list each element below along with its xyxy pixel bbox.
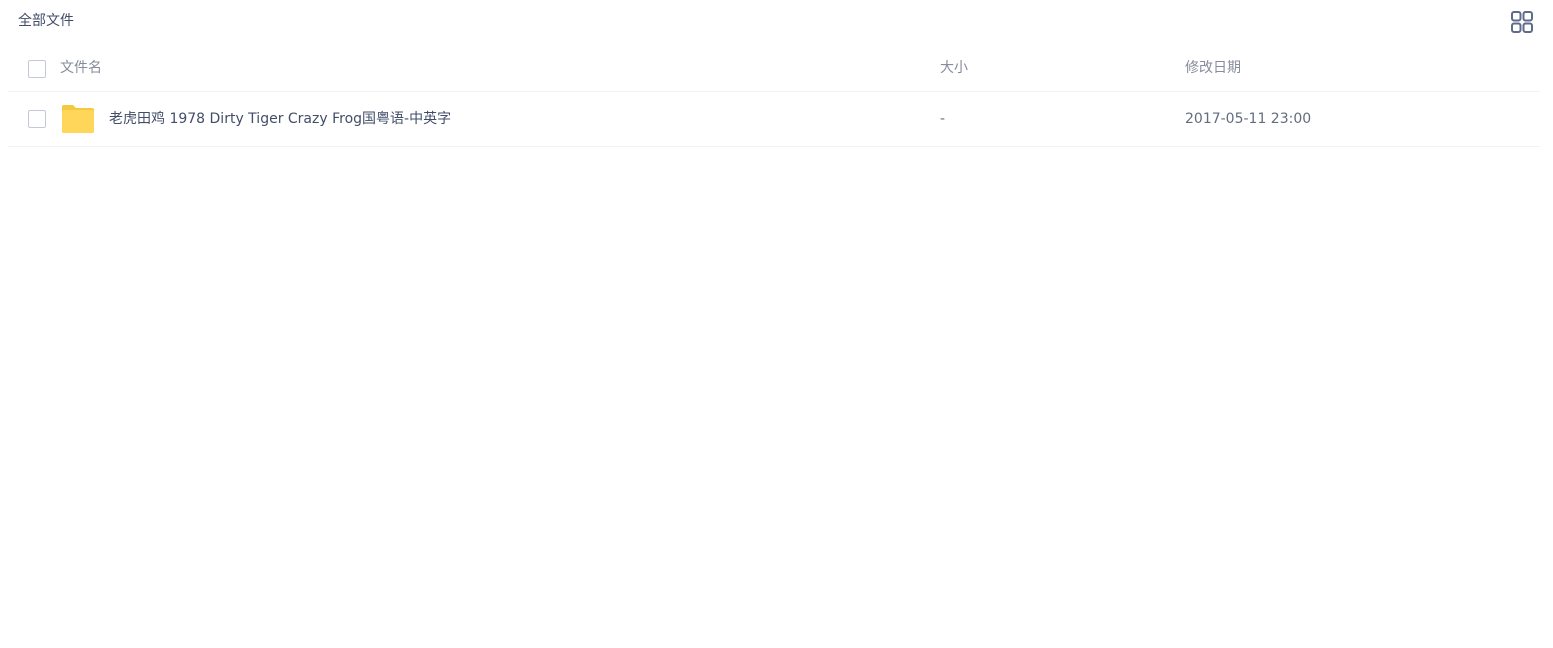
file-name[interactable]: 老虎田鸡 1978 Dirty Tiger Crazy Frog国粤语-中英字 [109, 110, 451, 128]
column-header-size[interactable]: 大小 [940, 59, 968, 77]
column-header-modified[interactable]: 修改日期 [1185, 59, 1241, 77]
file-list: 文件名 大小 修改日期 老虎田鸡 1978 Dirty Tiger Crazy … [8, 44, 1540, 147]
folder-icon[interactable] [61, 104, 95, 134]
file-list-header: 文件名 大小 修改日期 [8, 44, 1540, 92]
file-size: - [940, 111, 946, 127]
grid-view-icon[interactable] [1510, 10, 1534, 34]
select-all-checkbox[interactable] [28, 60, 46, 78]
column-header-name[interactable]: 文件名 [60, 59, 102, 77]
toolbar: 全部文件 [0, 0, 1553, 44]
breadcrumb-all-files[interactable]: 全部文件 [18, 12, 74, 30]
file-manager: 全部文件 文件名 大小 修改日期 老虎田鸡 1978 Dirty Tiger C… [0, 0, 1553, 648]
row-checkbox[interactable] [28, 110, 46, 128]
table-row[interactable]: 老虎田鸡 1978 Dirty Tiger Crazy Frog国粤语-中英字 … [8, 92, 1540, 147]
file-modified-date: 2017-05-11 23:00 [1185, 111, 1312, 127]
